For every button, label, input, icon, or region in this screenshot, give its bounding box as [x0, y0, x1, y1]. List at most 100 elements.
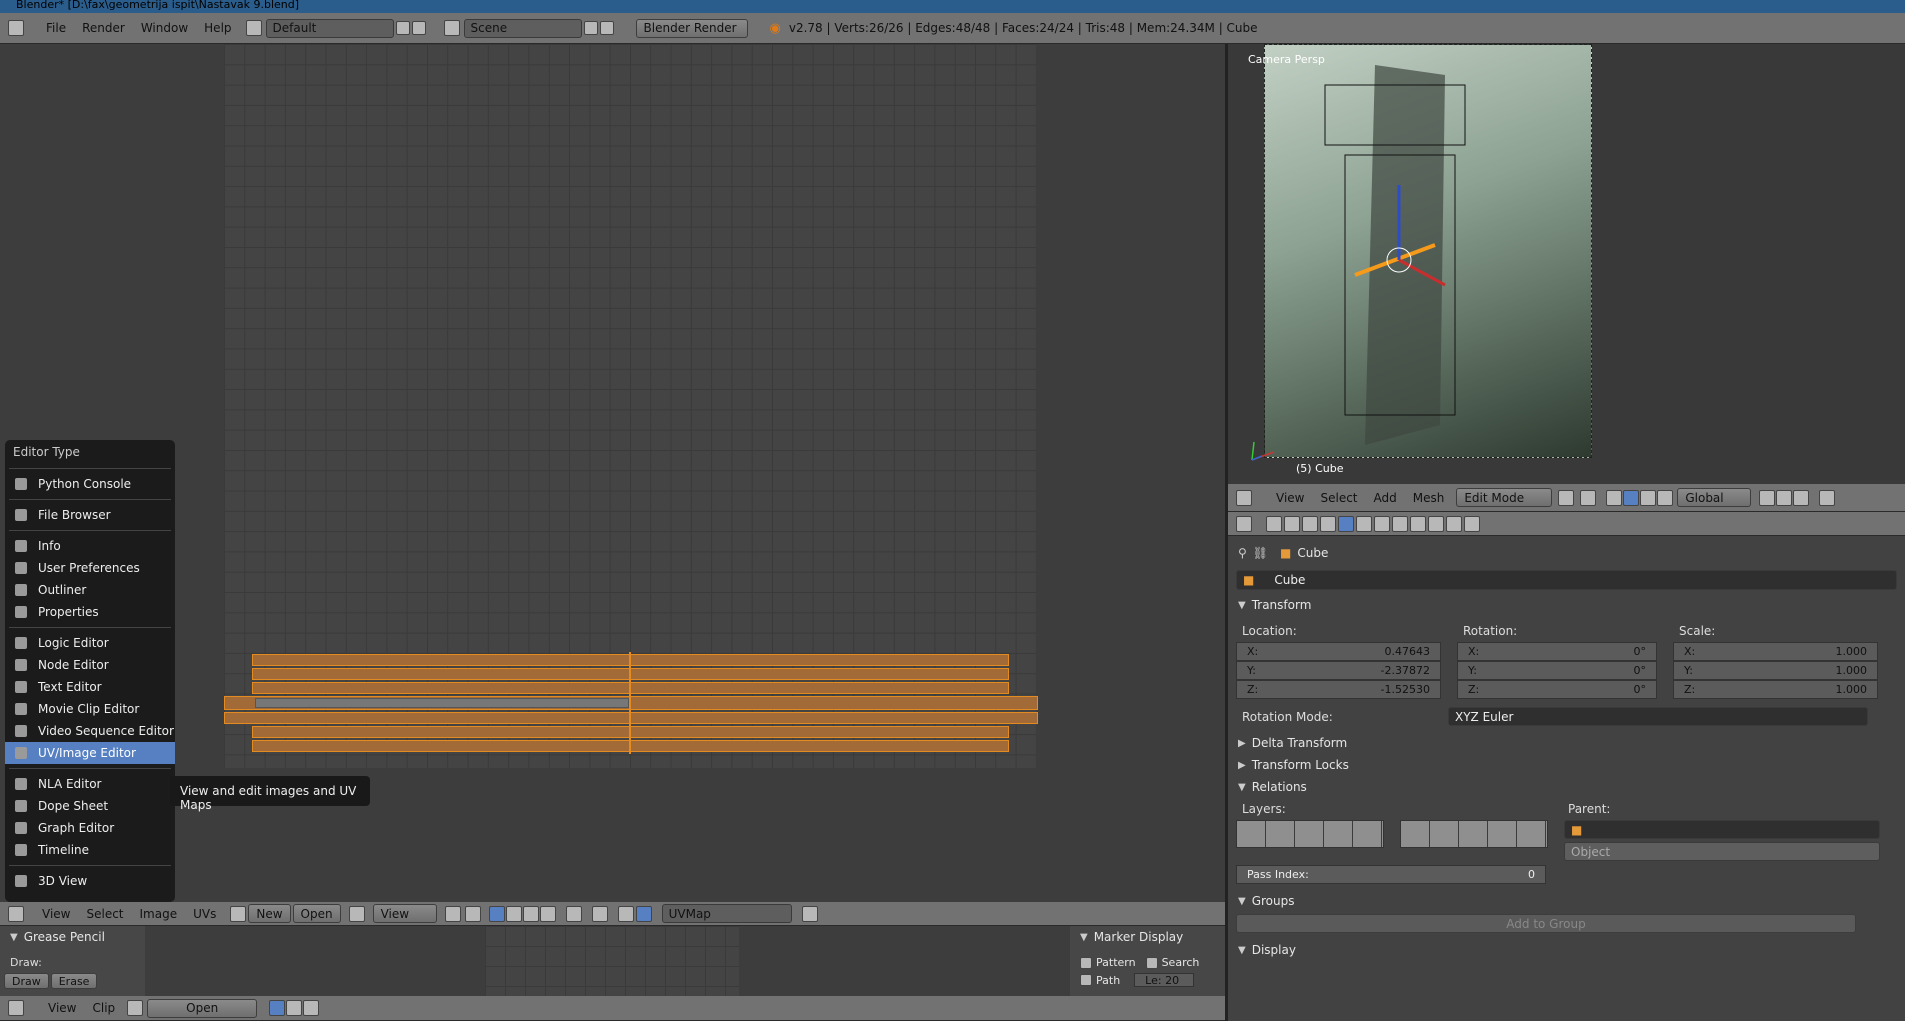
orientation-select[interactable]: Global: [1677, 488, 1752, 507]
pin-icon[interactable]: ⚲: [1238, 546, 1247, 560]
uvmap-field[interactable]: UVMap: [661, 904, 792, 923]
clip-menu-clip[interactable]: Clip: [84, 1001, 123, 1015]
image-browse-icon[interactable]: [230, 905, 247, 922]
scene-icon[interactable]: [443, 20, 460, 36]
scene-field[interactable]: Scene: [463, 18, 582, 38]
layout-field[interactable]: Default: [265, 18, 394, 38]
menu-item-nla-editor[interactable]: NLA Editor: [5, 773, 175, 795]
world-tab-icon[interactable]: [1320, 515, 1336, 532]
3d-menu-select[interactable]: Select: [1312, 491, 1365, 505]
scale-y-field[interactable]: Y: 1.000: [1673, 661, 1878, 680]
viewport-shading-icon[interactable]: [1558, 489, 1575, 506]
menu-render[interactable]: Render: [74, 21, 133, 35]
object-name-field[interactable]: ■ Cube: [1236, 570, 1897, 590]
menu-item-user-preferences[interactable]: User Preferences: [5, 557, 175, 579]
menu-item-logic-editor[interactable]: Logic Editor: [5, 632, 175, 654]
translate-icon[interactable]: [1623, 489, 1640, 506]
pivot-point-icon[interactable]: [1580, 489, 1597, 506]
open-clip-button[interactable]: Open: [147, 998, 258, 1018]
face-mode-icon[interactable]: [1793, 489, 1810, 506]
uv-menu-view[interactable]: View: [34, 907, 78, 921]
location-y-field[interactable]: Y: -2.37872: [1236, 661, 1441, 680]
uv-island-selected[interactable]: [255, 698, 629, 708]
clip-view-icon[interactable]: [286, 1000, 303, 1016]
vertex-mode-icon[interactable]: [1759, 489, 1776, 506]
edge-select-icon[interactable]: [505, 905, 522, 922]
edge-mode-icon[interactable]: [1776, 489, 1793, 506]
editor-type-icon[interactable]: [8, 905, 24, 922]
parent-field[interactable]: ■: [1564, 820, 1880, 839]
render-engine-select[interactable]: Blender Render: [635, 18, 748, 38]
view-mode-select[interactable]: View: [372, 904, 437, 923]
3d-menu-mesh[interactable]: Mesh: [1405, 491, 1453, 505]
new-image-button[interactable]: New: [248, 904, 291, 923]
3d-menu-add[interactable]: Add: [1366, 491, 1405, 505]
face-select-icon[interactable]: [522, 905, 539, 922]
search-checkbox[interactable]: [1145, 956, 1158, 969]
data-tab-icon[interactable]: [1392, 515, 1408, 532]
draw-button[interactable]: Draw: [4, 973, 49, 989]
menu-item-dope-sheet[interactable]: Dope Sheet: [5, 795, 175, 817]
particles-tab-icon[interactable]: [1446, 515, 1462, 532]
3d-editor-type-icon[interactable]: [1236, 489, 1252, 506]
scene-tab-icon[interactable]: [1302, 515, 1318, 532]
rotation-x-field[interactable]: X: 0°: [1457, 642, 1657, 661]
location-z-field[interactable]: Z: -1.52530: [1236, 680, 1441, 699]
menu-item-movie-clip-editor[interactable]: Movie Clip Editor: [5, 698, 175, 720]
grease-pencil-header[interactable]: ▼ Grease Pencil: [0, 926, 145, 948]
relations-header[interactable]: ▼ Relations: [1228, 776, 1905, 798]
pattern-checkbox[interactable]: [1080, 956, 1092, 969]
open-image-button[interactable]: Open: [292, 904, 341, 923]
clip-browse-icon[interactable]: [127, 1000, 144, 1016]
mode-select[interactable]: Edit Mode: [1456, 488, 1553, 507]
parent-type-select[interactable]: Object: [1564, 842, 1880, 861]
scale-icon[interactable]: [1657, 489, 1674, 506]
menu-item-info[interactable]: Info: [5, 535, 175, 557]
texture-tab-icon[interactable]: [1428, 515, 1444, 532]
proportional-edit-icon[interactable]: [591, 905, 608, 922]
menu-item-node-editor[interactable]: Node Editor: [5, 654, 175, 676]
snap-icon[interactable]: [617, 905, 634, 922]
remove-scene-icon[interactable]: [599, 21, 614, 35]
menu-item-python-console[interactable]: Python Console: [5, 473, 175, 495]
sticky-mode-icon[interactable]: [565, 905, 582, 922]
location-x-field[interactable]: X: 0.47643: [1236, 642, 1441, 661]
uv-menu-select[interactable]: Select: [78, 907, 131, 921]
properties-editor-icon[interactable]: [1236, 515, 1252, 532]
layers-grid-b[interactable]: [1400, 820, 1548, 848]
groups-header[interactable]: ▼ Groups: [1228, 890, 1905, 912]
scale-z-field[interactable]: Z: 1.000: [1673, 680, 1878, 699]
modifiers-tab-icon[interactable]: [1374, 515, 1390, 532]
menu-item-timeline[interactable]: Timeline: [5, 839, 175, 861]
display-header[interactable]: ▼ Display: [1228, 939, 1905, 961]
menu-item-graph-editor[interactable]: Graph Editor: [5, 817, 175, 839]
lock-icon[interactable]: [801, 905, 818, 922]
transform-panel-header[interactable]: ▼ Transform: [1228, 594, 1905, 616]
physics-tab-icon[interactable]: [1464, 515, 1480, 532]
clip-editor-type-icon[interactable]: [8, 1000, 24, 1016]
info-editor-icon[interactable]: [8, 20, 24, 36]
menu-item-properties[interactable]: Properties: [5, 601, 175, 623]
path-checkbox[interactable]: [1080, 974, 1092, 986]
rotation-mode-select[interactable]: XYZ Euler: [1448, 707, 1868, 726]
rotate-icon[interactable]: [1640, 489, 1657, 506]
rotation-z-field[interactable]: Z: 0°: [1457, 680, 1657, 699]
clip-mode-icon[interactable]: [269, 1000, 286, 1016]
layers-tab-icon[interactable]: [1284, 515, 1300, 532]
pivot-icon[interactable]: [444, 905, 461, 922]
remove-layout-icon[interactable]: [411, 21, 426, 35]
uv-menu-uvs[interactable]: UVs: [185, 907, 224, 921]
pass-index-field[interactable]: Pass Index: 0: [1236, 865, 1546, 884]
clip-graph-icon[interactable]: [303, 1000, 320, 1016]
constraints-tab-icon[interactable]: [1356, 515, 1372, 532]
uv-editor-area[interactable]: [0, 44, 1225, 902]
layout-icon[interactable]: [245, 20, 262, 36]
proportional-icon[interactable]: [1819, 489, 1836, 506]
add-scene-icon[interactable]: [583, 21, 598, 35]
erase-button[interactable]: Erase: [50, 973, 98, 989]
menu-item-uv-image-editor[interactable]: UV/Image Editor: [5, 742, 175, 764]
vertex-select-icon[interactable]: [488, 905, 505, 922]
uv-menu-image[interactable]: Image: [132, 907, 186, 921]
path-length-field[interactable]: Le: 20: [1134, 973, 1195, 987]
clip-menu-view[interactable]: View: [40, 1001, 84, 1015]
